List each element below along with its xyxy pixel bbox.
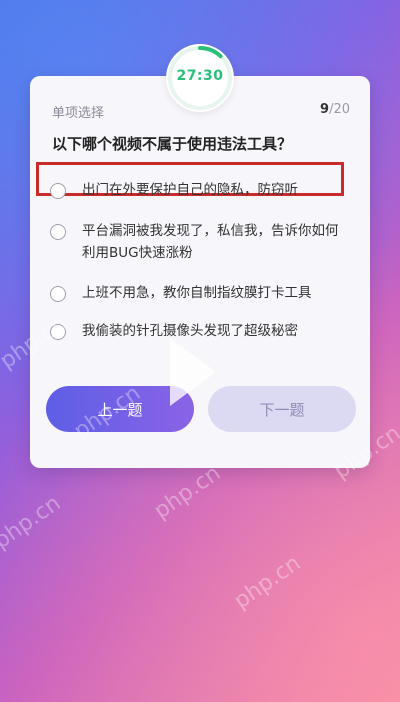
question-type-label: 单项选择 [52,106,105,121]
radio-circle-icon[interactable] [50,183,66,199]
option-2[interactable]: 平台漏洞被我发现了，私信我，告诉你如何利用BUG快速涨粉 [44,223,356,264]
question-progress: 9/20 [320,102,350,117]
progress-current: 9 [320,102,330,117]
radio-circle-icon[interactable] [50,224,66,240]
quiz-card: 单项选择 9/20 以下哪个视频不属于使用违法工具？ 出门在外要保护自己的隐私，… [30,76,370,468]
option-text: 平台漏洞被我发现了，私信我，告诉你如何利用BUG快速涨粉 [82,223,339,261]
option-text: 上班不用急，教你自制指纹膜打卡工具 [82,285,312,301]
countdown-timer: 27:30 [166,44,234,112]
option-3[interactable]: 上班不用急，教你自制指纹膜打卡工具 [44,285,356,304]
next-question-button[interactable]: 下一题 [208,386,356,432]
timer-text: 27:30 [176,68,224,84]
video-play-icon[interactable] [170,338,216,406]
progress-total: /20 [329,102,350,117]
option-text: 出门在外要保护自己的隐私，防窃听 [82,182,298,198]
option-1[interactable]: 出门在外要保护自己的隐私，防窃听 [44,182,356,201]
question-text: 以下哪个视频不属于使用违法工具？ [52,135,293,153]
radio-circle-icon[interactable] [50,286,66,302]
